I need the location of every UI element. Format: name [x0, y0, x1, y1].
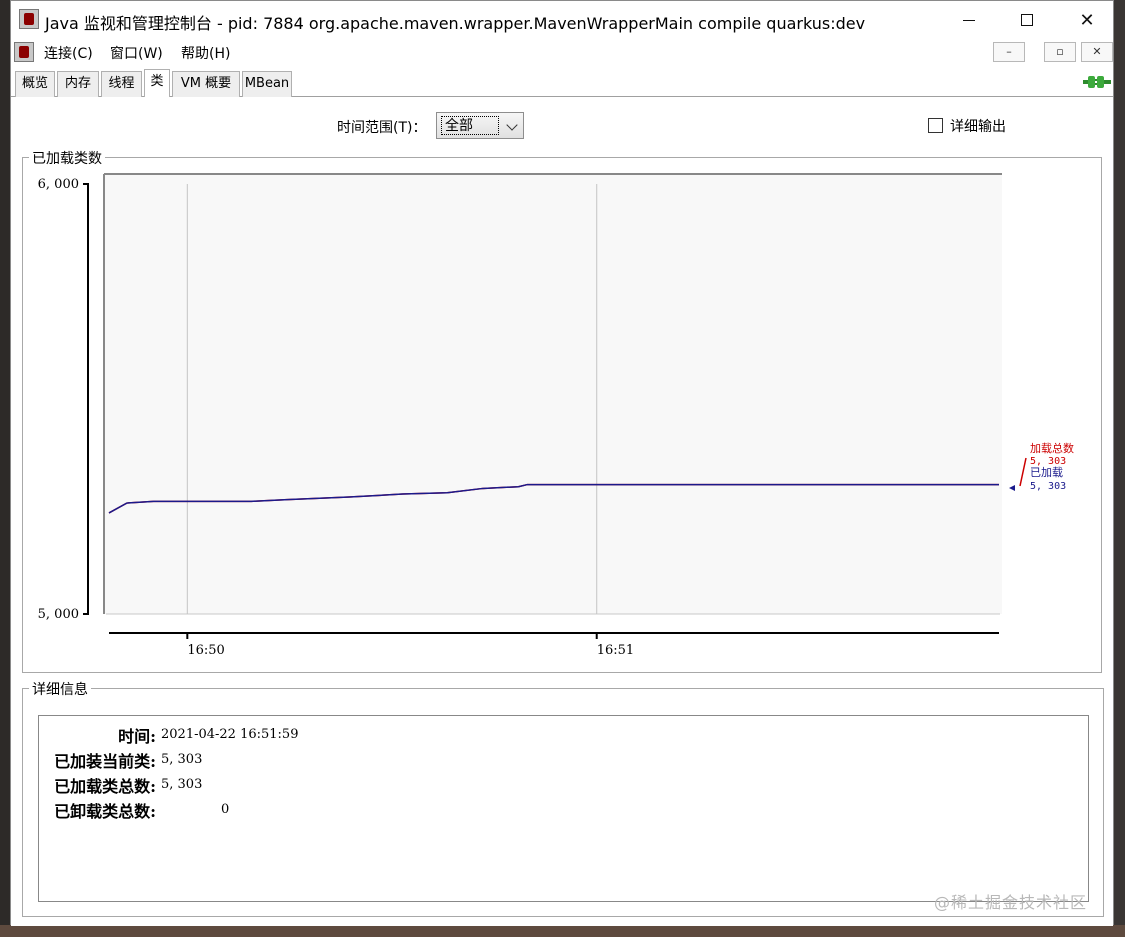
tab-overview[interactable]: 概览	[15, 71, 55, 97]
tab-threads[interactable]: 线程	[101, 71, 142, 97]
desktop-bottom-edge	[0, 925, 1125, 937]
x-tick-label-1: 16:51	[597, 643, 634, 658]
internal-close-button[interactable]: ✕	[1081, 42, 1113, 62]
minimize-window-button[interactable]	[941, 1, 997, 39]
desktop-left-edge	[0, 0, 10, 937]
details-panel-title: 详细信息	[29, 679, 91, 699]
verbose-output-label[interactable]: 详细输出	[950, 116, 1006, 136]
classes-tab-content: 时间范围(T)： 全部 详细输出 已加载类数 6, 000 5, 000 16:…	[11, 97, 1113, 926]
plot-background	[104, 174, 1002, 614]
java-app-icon	[19, 9, 39, 29]
legend-loaded-name: 已加载	[1030, 466, 1063, 479]
watermark-text: @稀土掘金技术社区	[934, 893, 1088, 912]
internal-restore-button[interactable]: ▫	[1044, 42, 1076, 62]
internal-minimize-button[interactable]: –	[993, 42, 1025, 62]
tab-classes[interactable]: 类	[144, 69, 170, 97]
detail-value-current-loaded: 5, 303	[161, 752, 203, 767]
title-bar[interactable]: Java 监视和管理控制台 - pid: 7884 org.apache.mav…	[11, 1, 1113, 39]
tab-vm-summary[interactable]: VM 概要	[172, 71, 240, 97]
verbose-output-checkbox[interactable]	[928, 118, 943, 133]
legend-loaded-value: 5, 303	[1030, 481, 1066, 492]
window-title: Java 监视和管理控制台 - pid: 7884 org.apache.mav…	[45, 14, 866, 33]
close-window-button[interactable]: ✕	[1059, 1, 1115, 39]
maximize-window-button[interactable]	[999, 1, 1055, 39]
y-tick-label-5000: 5, 000	[38, 607, 79, 622]
detail-label-total-unloaded: 已卸载类总数:	[54, 802, 156, 821]
loaded-classes-chart: 6, 000 5, 000 16:50 16:51 加载总数 5, 303 已加载…	[38, 173, 1074, 658]
jconsole-window: Java 监视和管理控制台 - pid: 7884 org.apache.mav…	[10, 0, 1114, 926]
menu-window[interactable]: 窗口(W)	[110, 43, 163, 63]
detail-label-total-loaded: 已加载类总数:	[54, 777, 156, 796]
detail-value-total-loaded: 5, 303	[161, 777, 203, 792]
details-panel: 详细信息 时间: 2021-04-22 16:51:59 已加装当前类: 5, …	[22, 679, 1104, 917]
detail-value-total-unloaded: 0	[221, 802, 230, 817]
x-tick-label-0: 16:50	[187, 643, 224, 658]
desktop-right-edge	[1113, 0, 1125, 937]
legend-connector	[1019, 457, 1027, 487]
x-ticks: 16:50 16:51	[186, 633, 634, 658]
chevron-down-icon	[506, 119, 518, 131]
time-range-value: 全部	[441, 116, 499, 135]
details-content-box: 时间: 2021-04-22 16:51:59 已加装当前类: 5, 303 已…	[38, 715, 1089, 902]
menu-bar: 连接(C) 窗口(W) 帮助(H)	[11, 39, 1113, 65]
connected-plug-icon	[1083, 76, 1111, 88]
menu-help[interactable]: 帮助(H)	[181, 43, 230, 63]
tab-memory[interactable]: 内存	[57, 71, 99, 97]
current-value-marker-icon	[1009, 485, 1015, 491]
tab-mbean[interactable]: MBean	[242, 71, 292, 97]
menu-connection[interactable]: 连接(C)	[44, 43, 93, 63]
legend-total-name: 加载总数	[1030, 441, 1074, 455]
time-range-select[interactable]: 全部	[436, 112, 524, 139]
loaded-classes-panel: 已加载类数 6, 000 5, 000 16:50 16:51 加载总数 5, 3…	[22, 148, 1102, 673]
time-range-label: 时间范围(T)：	[337, 120, 427, 136]
internal-frame-icon[interactable]	[14, 42, 34, 62]
y-tick-label-6000: 6, 000	[38, 177, 79, 192]
detail-label-time: 时间:	[118, 727, 156, 746]
tab-bar: 概览 内存 线程 类 VM 概要 MBean	[11, 67, 1113, 97]
detail-value-time: 2021-04-22 16:51:59	[161, 727, 299, 742]
detail-label-current-loaded: 已加装当前类:	[54, 752, 156, 771]
